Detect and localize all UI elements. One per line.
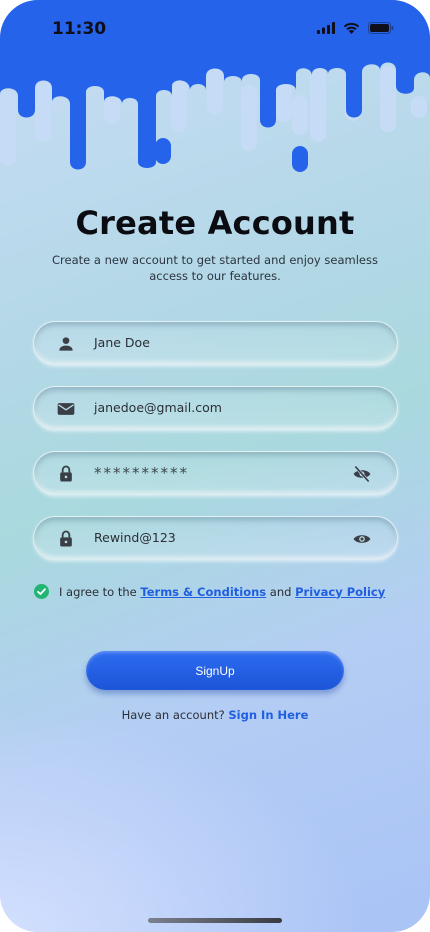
eye-off-icon[interactable]	[351, 464, 373, 484]
email-input-value[interactable]: janedoe@gmail.com	[94, 387, 222, 429]
signin-question: Have an account?	[121, 708, 229, 722]
page-subtitle: Create a new account to get started and …	[52, 253, 378, 283]
signin-prompt: Have an account? Sign In Here	[0, 708, 430, 722]
status-icons	[317, 22, 394, 34]
email-field[interactable]: janedoe@gmail.com	[33, 386, 398, 430]
confirm-password-field[interactable]: Rewind@123	[33, 516, 398, 560]
page-title: Create Account	[75, 204, 355, 242]
lock-icon	[60, 530, 72, 547]
check-circle-icon[interactable]	[34, 584, 49, 599]
agreement-text: I agree to the Terms & Conditions and Pr…	[59, 585, 385, 599]
status-bar: 11:30	[0, 0, 430, 60]
agreement-prefix: I agree to the	[59, 584, 141, 599]
privacy-link[interactable]: Privacy Policy	[295, 585, 385, 599]
person-icon	[59, 337, 73, 351]
wifi-icon	[343, 22, 360, 34]
name-field[interactable]: Jane Doe	[33, 321, 398, 365]
phone-screen: 11:30 Create Account Create a new accoun…	[0, 0, 430, 932]
signup-button[interactable]: SignUp	[86, 651, 344, 690]
lock-icon	[60, 465, 72, 482]
status-time: 11:30	[52, 19, 107, 39]
name-input-value[interactable]: Jane Doe	[94, 322, 150, 364]
mail-icon	[57, 403, 75, 415]
confirm-password-input-value[interactable]: Rewind@123	[94, 517, 176, 559]
signal-icon	[317, 22, 335, 34]
eye-icon[interactable]	[351, 529, 373, 549]
terms-link[interactable]: Terms & Conditions	[140, 585, 266, 599]
agreement-middle: and	[266, 584, 296, 599]
signin-link[interactable]: Sign In Here	[228, 708, 308, 722]
battery-icon	[368, 22, 394, 34]
terms-agreement: I agree to the Terms & Conditions and Pr…	[34, 584, 385, 599]
password-input-value[interactable]: **********	[94, 452, 189, 494]
home-indicator	[148, 918, 282, 923]
password-field[interactable]: **********	[33, 451, 398, 495]
